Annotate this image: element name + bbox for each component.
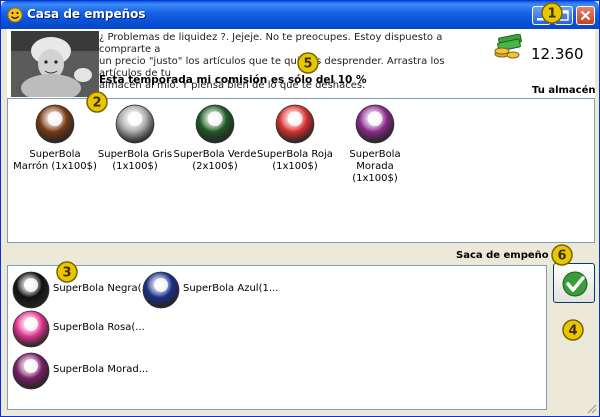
svg-text:1: 1 — [547, 7, 556, 22]
item-name: SuperBola Negra(... — [53, 283, 152, 294]
pawn-bag-panel[interactable]: SuperBola Negra(... SuperBola Azul(1... Su… — [7, 265, 547, 410]
superball-icon — [195, 104, 235, 144]
item-detail: (2x100$) — [192, 161, 238, 172]
item-detail: (1x100$) — [112, 161, 158, 172]
pawn-item[interactable]: SuperBola Morad... — [11, 351, 148, 391]
commission-text: Esta temporada mi comisión es sólo del 1… — [99, 74, 367, 86]
svg-text:2: 2 — [92, 96, 101, 111]
close-button[interactable] — [576, 6, 595, 25]
confirm-pawn-button[interactable] — [553, 263, 595, 303]
callout-badge-6: 6 — [551, 244, 573, 266]
item-name: SuperBola Morad... — [53, 364, 149, 375]
superball-icon — [142, 271, 180, 309]
warehouse-item[interactable]: SuperBola Verde (2x100$) — [173, 103, 257, 173]
callout-badge-3: 3 — [56, 261, 78, 283]
smiley-icon — [7, 7, 23, 23]
window-title: Casa de empeños — [27, 7, 146, 21]
intro-line: ¿ Problemas de liquidez ?. Jejeje. No te… — [99, 32, 443, 55]
item-name: SuperBola Verde — [173, 149, 257, 160]
superball-icon — [12, 310, 50, 348]
item-name: SuperBola Gris — [97, 149, 173, 160]
warehouse-item[interactable]: SuperBola Roja (1x100$) — [253, 103, 337, 173]
item-name: SuperBola Azul(1... — [183, 283, 279, 294]
superball-icon — [12, 271, 50, 309]
warehouse-label: Tu almacén — [532, 85, 596, 96]
resize-grip-icon[interactable] — [585, 402, 597, 414]
pawn-bag-label: Saca de empeño — [456, 250, 549, 261]
superball-icon — [35, 104, 75, 144]
money-amount: 12.360 — [531, 45, 584, 63]
item-name: SuperBola — [29, 149, 81, 160]
close-icon — [580, 10, 591, 21]
pawn-item[interactable]: SuperBola Azul(1... — [141, 270, 278, 310]
superball-icon — [12, 352, 50, 390]
item-name: SuperBola Roja — [257, 149, 333, 160]
superball-icon — [355, 104, 395, 144]
callout-badge-1: 1 — [541, 2, 563, 24]
warehouse-item[interactable]: SuperBola Morada (1x100$) — [333, 103, 417, 185]
title-bar[interactable]: Casa de empeños — [1, 1, 599, 29]
svg-text:3: 3 — [62, 266, 71, 281]
callout-badge-5: 5 — [297, 52, 319, 74]
callout-badge-2: 2 — [86, 91, 108, 113]
item-detail: Morada (1x100$) — [352, 161, 398, 184]
item-name: SuperBola Rosa(... — [53, 322, 145, 333]
superball-icon — [115, 104, 155, 144]
svg-text:4: 4 — [568, 324, 577, 339]
svg-text:6: 6 — [557, 249, 566, 264]
merchant-portrait — [11, 31, 99, 97]
checkmark-icon — [562, 271, 588, 297]
superball-icon — [275, 104, 315, 144]
item-detail: (1x100$) — [272, 161, 318, 172]
money-stack-icon — [494, 34, 522, 59]
pawn-shop-window: Casa de empeños ¿ Problemas de liquidez … — [0, 0, 600, 417]
item-detail: Marrón (1x100$) — [13, 161, 97, 172]
callout-badge-4: 4 — [562, 319, 584, 341]
warehouse-panel[interactable]: SuperBola Marrón (1x100$) SuperBola Gris (1… — [7, 98, 595, 243]
pawn-item[interactable]: SuperBola Rosa(... — [11, 309, 145, 349]
svg-text:5: 5 — [303, 57, 312, 72]
item-name: SuperBola — [349, 149, 401, 160]
